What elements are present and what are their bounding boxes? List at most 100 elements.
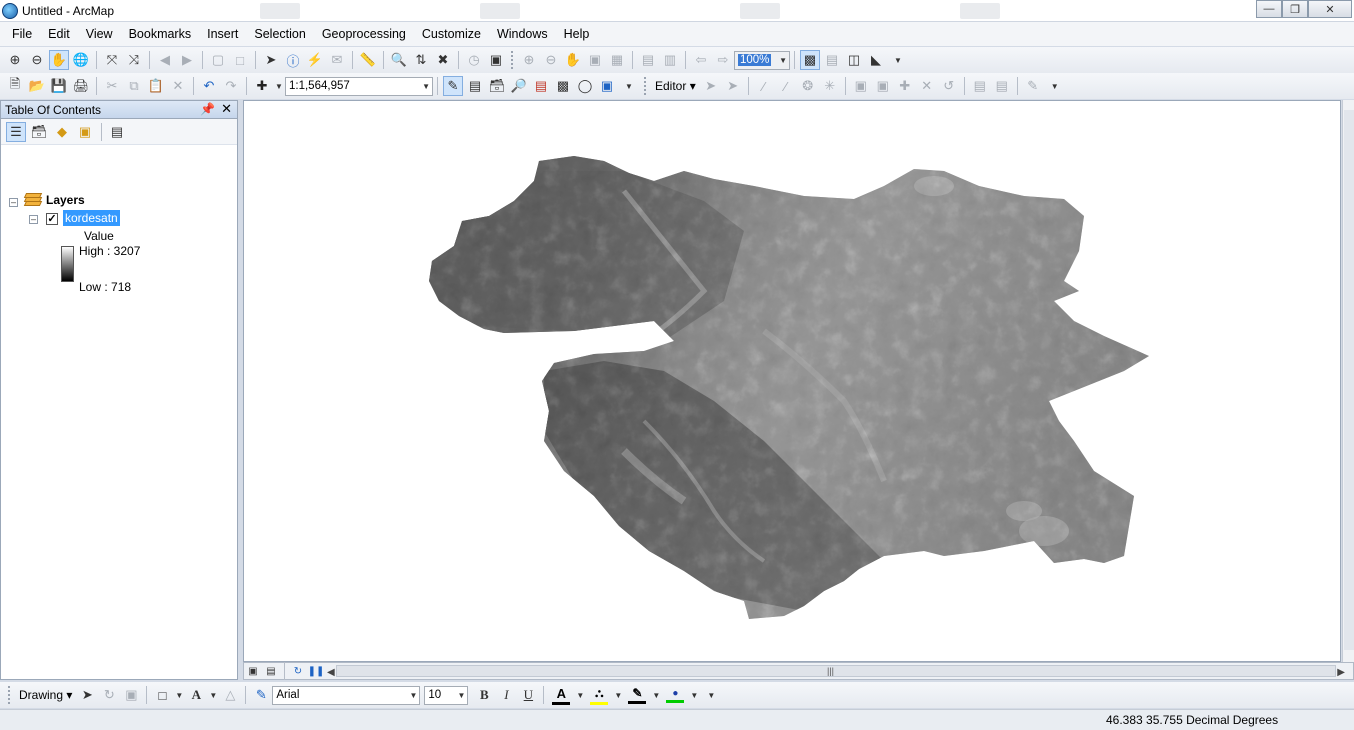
toolbar-options-icon[interactable]: ▼ <box>701 685 721 705</box>
font-icon[interactable]: ✎ <box>251 685 271 705</box>
minimize-button[interactable]: — <box>1256 0 1282 18</box>
font-color-dropdown[interactable]: ▼ <box>575 685 585 705</box>
delete-icon[interactable]: ✕ <box>168 76 188 96</box>
toolbar-options-icon[interactable]: ▼ <box>1045 76 1065 96</box>
maximize-button[interactable]: ❐ <box>1282 0 1308 18</box>
zoom-100-icon[interactable]: ▦ <box>607 50 627 70</box>
html-popup-icon[interactable]: ✉ <box>327 50 347 70</box>
zoom-in-icon[interactable]: ⊕ <box>5 50 25 70</box>
go-to-xy-icon[interactable]: ✖ <box>433 50 453 70</box>
end-point-arc-icon[interactable]: ∕ <box>776 76 796 96</box>
text-icon[interactable]: A <box>186 685 206 705</box>
options-icon[interactable]: ▤ <box>107 122 127 142</box>
underline-button[interactable]: U <box>518 685 538 705</box>
fixed-zoom-in-layout-icon[interactable]: ▤ <box>638 50 658 70</box>
go-forward-extent-icon[interactable]: ⇨ <box>713 50 733 70</box>
collapse-layer-icon[interactable]: – <box>29 215 38 224</box>
marker-color-button[interactable]: ● <box>662 685 688 705</box>
point-icon[interactable]: ✳ <box>820 76 840 96</box>
menu-edit[interactable]: Edit <box>40 24 78 44</box>
fill-color-button[interactable]: ⛬ <box>586 685 612 705</box>
close-button[interactable]: ✕ <box>1308 0 1352 18</box>
editor-toolbar-icon[interactable]: ✎ <box>443 76 463 96</box>
cut-polygons-icon[interactable]: ✚ <box>895 76 915 96</box>
search-icon[interactable]: 🔎 <box>509 76 529 96</box>
scroll-thumb-grip[interactable]: ||| <box>827 666 834 676</box>
toolbar-grip[interactable] <box>644 77 647 95</box>
line-color-dropdown[interactable]: ▼ <box>651 685 661 705</box>
save-icon[interactable]: 💾 <box>49 76 69 96</box>
cut-icon[interactable]: ✂ <box>102 76 122 96</box>
select-features-icon[interactable]: ▢ <box>208 50 228 70</box>
add-data-icon[interactable]: ✚ <box>252 76 272 96</box>
toolbar-grip[interactable] <box>511 51 514 69</box>
legend-color-ramp[interactable] <box>61 246 74 282</box>
sketch-properties-icon[interactable]: ▤ <box>992 76 1012 96</box>
layout-zoom-combo[interactable]: 100% ▼ <box>734 50 790 70</box>
editor-menu[interactable]: Editor ▾ <box>651 79 700 93</box>
map-scale-combo[interactable]: 1:1,564,957 ▼ <box>285 76 433 96</box>
data-driven-pages-icon[interactable]: ◣ <box>866 50 886 70</box>
map-display[interactable] <box>243 100 1341 662</box>
fixed-zoom-out-icon[interactable]: ⤨ <box>124 50 144 70</box>
create-viewer-icon[interactable]: ▣ <box>486 50 506 70</box>
split-icon[interactable]: ✕ <box>917 76 937 96</box>
edit-vertices-icon[interactable]: ▣ <box>851 76 871 96</box>
menu-bookmarks[interactable]: Bookmarks <box>121 24 200 44</box>
toolbar-options-icon[interactable]: ▼ <box>619 76 639 96</box>
focus-data-frame-icon[interactable]: ▤ <box>822 50 842 70</box>
fixed-zoom-in-icon[interactable]: ⤧ <box>102 50 122 70</box>
layout-pan-icon[interactable]: ✋ <box>563 50 583 70</box>
new-document-icon[interactable]: 🗎 <box>5 76 25 96</box>
menu-insert[interactable]: Insert <box>199 24 246 44</box>
map-horizontal-scrollbar[interactable]: ◀ ||| ▶ <box>327 665 1345 678</box>
rotate-icon[interactable]: ↺ <box>939 76 959 96</box>
pause-drawing-icon[interactable]: ❚❚ <box>308 664 325 678</box>
drawing-menu[interactable]: Drawing ▾ <box>15 688 76 702</box>
fixed-zoom-out-layout-icon[interactable]: ▥ <box>660 50 680 70</box>
vertical-scroll-thumb[interactable] <box>1344 110 1354 650</box>
pan-icon[interactable]: ✋ <box>49 50 69 70</box>
catalog-icon[interactable]: 🗃 <box>487 76 507 96</box>
close-icon[interactable]: ✕ <box>221 101 232 117</box>
python-window-icon[interactable]: ▩ <box>553 76 573 96</box>
paste-icon[interactable]: 📋 <box>146 76 166 96</box>
toolbar-grip[interactable] <box>8 686 11 704</box>
map-vertical-scrollbar[interactable] <box>1342 100 1354 662</box>
edit-annotation-icon[interactable]: ➤ <box>723 76 743 96</box>
list-by-visibility-icon[interactable]: ◆ <box>52 122 72 142</box>
clear-selection-icon[interactable]: □ <box>230 50 250 70</box>
print-icon[interactable]: 🖨 <box>71 76 91 96</box>
bold-button[interactable]: B <box>474 685 494 705</box>
edit-vertices-icon[interactable]: △ <box>220 685 240 705</box>
zoom-whole-page-icon[interactable]: ▣ <box>585 50 605 70</box>
layout-zoom-out-icon[interactable]: ⊖ <box>541 50 561 70</box>
refresh-icon[interactable]: ↻ <box>290 664 306 678</box>
list-by-drawing-order-icon[interactable]: ☰ <box>6 121 26 142</box>
back-extent-icon[interactable]: ◀ <box>155 50 175 70</box>
change-layout-icon[interactable]: ◫ <box>844 50 864 70</box>
go-back-extent-icon[interactable]: ⇦ <box>691 50 711 70</box>
menu-help[interactable]: Help <box>556 24 598 44</box>
menu-view[interactable]: View <box>78 24 121 44</box>
italic-button[interactable]: I <box>496 685 516 705</box>
toolbar-options-icon[interactable]: ▼ <box>888 50 908 70</box>
create-features-icon[interactable]: ✎ <box>1023 76 1043 96</box>
layer-visibility-checkbox[interactable]: ✓ <box>46 213 58 225</box>
rectangle-icon[interactable]: □ <box>152 685 172 705</box>
model-builder-icon[interactable]: ◯ <box>575 76 595 96</box>
menu-selection[interactable]: Selection <box>246 24 313 44</box>
font-name-combo[interactable]: Arial ▼ <box>272 685 421 705</box>
menu-geoprocessing[interactable]: Geoprocessing <box>314 24 414 44</box>
font-color-button[interactable]: A <box>548 685 574 705</box>
straight-segment-icon[interactable]: ∕ <box>754 76 774 96</box>
text-dropdown[interactable]: ▼ <box>208 685 218 705</box>
menu-windows[interactable]: Windows <box>489 24 556 44</box>
edit-tool-icon[interactable]: ➤ <box>701 76 721 96</box>
attributes-icon[interactable]: ▤ <box>970 76 990 96</box>
toggle-draft-mode-icon[interactable]: ▩ <box>800 50 820 70</box>
layers-root[interactable]: Layers <box>46 193 85 207</box>
collapse-layers-icon[interactable]: – <box>9 198 18 207</box>
measure-icon[interactable]: 📏 <box>358 50 378 70</box>
layout-view-icon[interactable]: ▤ <box>263 664 279 678</box>
